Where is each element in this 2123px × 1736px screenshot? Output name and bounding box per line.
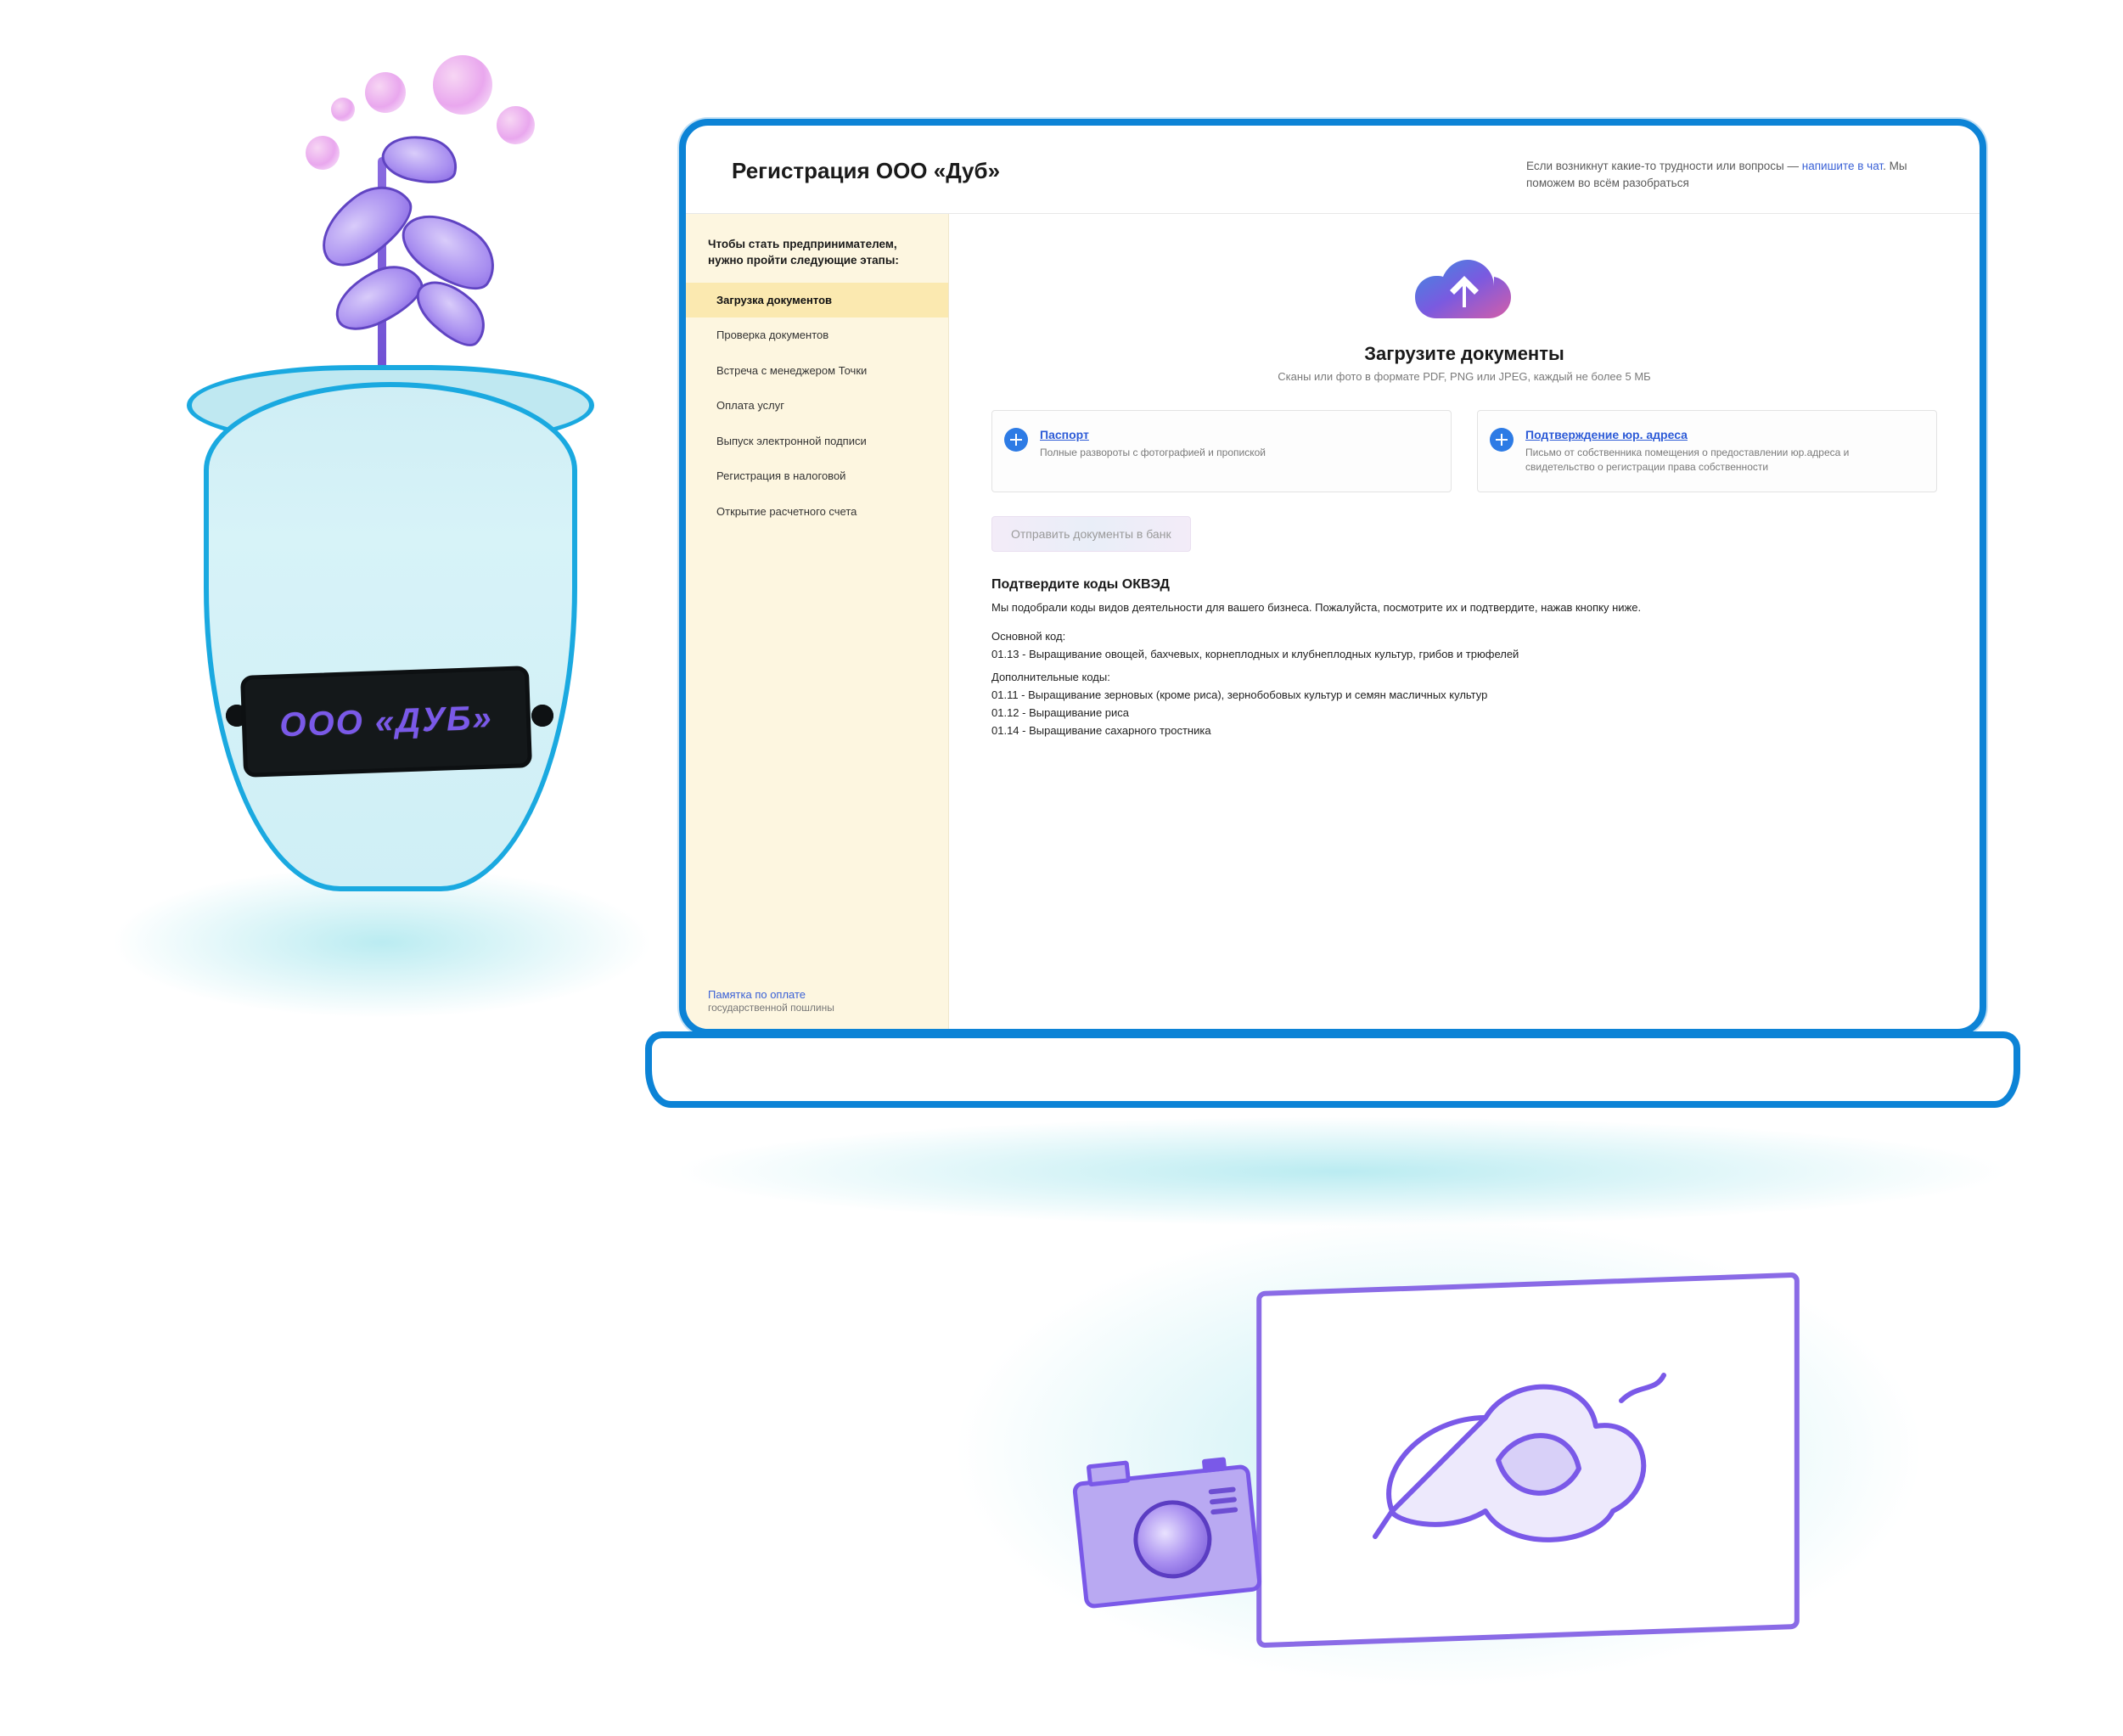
illustration-scene: ООО «ДУБ» Регистрация ООО «Дуб» Если воз…: [0, 0, 2123, 1736]
step-upload-docs[interactable]: Загрузка документов: [686, 283, 948, 318]
upload-card-address[interactable]: Подтверждение юр. адреса Письмо от собст…: [1477, 410, 1937, 493]
okved-intro: Мы подобрали коды видов деятельности для…: [991, 599, 1937, 616]
step-check-docs[interactable]: Проверка документов: [686, 317, 948, 353]
okved-heading: Подтвердите коды ОКВЭД: [991, 577, 1937, 593]
upload-title: Загрузите документы: [991, 343, 1937, 365]
okved-main-label: Основной код:: [991, 630, 1937, 643]
duty-memo-link[interactable]: Памятка по оплате: [708, 988, 806, 1001]
sidebar-title: Чтобы стать предпринимателем, нужно прой…: [686, 236, 948, 283]
okved-main-code: 01.13 - Выращивание овощей, бахчевых, ко…: [991, 648, 1937, 660]
upload-subtitle: Сканы или фото в формате PDF, PNG или JP…: [991, 370, 1937, 383]
main-content: Загрузите документы Сканы или фото в фор…: [949, 214, 1980, 1030]
okved-extra-code: 01.11 - Выращивание зерновых (кроме риса…: [991, 688, 1937, 701]
plus-icon: [1490, 428, 1514, 452]
step-tax-registration[interactable]: Регистрация в налоговой: [686, 458, 948, 494]
okved-extra-code: 01.14 - Выращивание сахарного тростника: [991, 724, 1937, 737]
registration-app: Регистрация ООО «Дуб» Если возникнут как…: [686, 126, 1980, 1029]
page-title: Регистрация ООО «Дуб»: [732, 158, 1000, 184]
documents-illustration: [985, 1248, 1876, 1689]
duty-memo-sub: государственной пошлины: [708, 1002, 834, 1014]
help-hint: Если возникнут какие-то трудности или во…: [1526, 158, 1934, 193]
step-payment[interactable]: Оплата услуг: [686, 388, 948, 424]
plus-icon: [1004, 428, 1028, 452]
app-header: Регистрация ООО «Дуб» Если возникнут как…: [686, 126, 1980, 214]
step-manager-meeting[interactable]: Встреча с менеджером Точки: [686, 353, 948, 389]
send-documents-button[interactable]: Отправить документы в банк: [991, 516, 1191, 552]
pot-label-text: ООО «ДУБ»: [279, 699, 494, 744]
step-open-account[interactable]: Открытие расчетного счета: [686, 494, 948, 530]
steps-sidebar: Чтобы стать предпринимателем, нужно прой…: [686, 214, 949, 1030]
plant-pot-illustration: ООО «ДУБ»: [76, 25, 688, 1044]
upload-card-passport[interactable]: Паспорт Полные развороты с фотографией и…: [991, 410, 1452, 493]
address-card-title: Подтверждение юр. адреса: [1525, 428, 1919, 441]
upload-hero: Загрузите документы Сканы или фото в фор…: [991, 248, 1937, 383]
passport-card-desc: Полные развороты с фотографией и прописк…: [1040, 447, 1266, 458]
pot-label: ООО «ДУБ»: [240, 666, 532, 778]
flower-icon: [1341, 1341, 1698, 1562]
cloud-upload-icon: [1413, 248, 1515, 328]
laptop-illustration: Регистрация ООО «Дуб» Если возникнут как…: [645, 119, 2020, 1222]
passport-card-title: Паспорт: [1040, 428, 1266, 441]
okved-section: Подтвердите коды ОКВЭД Мы подобрали коды…: [991, 577, 1937, 737]
camera-illustration: [1072, 1464, 1263, 1609]
sidebar-footer: Памятка по оплате государственной пошлин…: [686, 973, 948, 1029]
step-esignature[interactable]: Выпуск электронной подписи: [686, 424, 948, 459]
chat-link[interactable]: напишите в чат: [1802, 160, 1883, 172]
help-prefix: Если возникнут какие-то трудности или во…: [1526, 160, 1802, 172]
okved-extra-code: 01.12 - Выращивание риса: [991, 706, 1937, 719]
okved-extra-label: Дополнительные коды:: [991, 671, 1937, 683]
address-card-desc: Письмо от собственника помещения о предо…: [1525, 447, 1849, 474]
